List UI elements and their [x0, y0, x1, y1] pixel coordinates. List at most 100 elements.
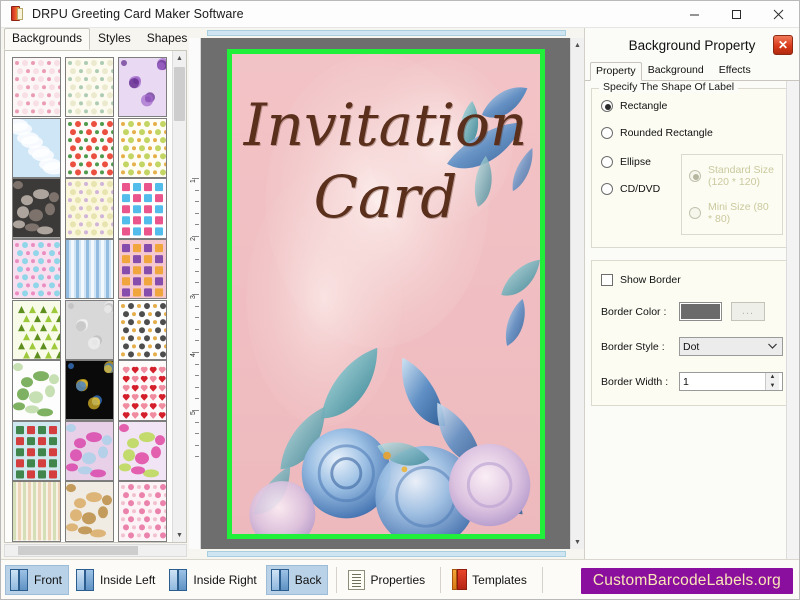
background-thumbnail[interactable]	[12, 57, 61, 117]
background-thumbnail[interactable]	[12, 178, 61, 238]
maximize-button[interactable]	[715, 1, 757, 28]
canvas-horizontal-scrollbar[interactable]	[189, 549, 584, 559]
show-border-checkbox[interactable]	[601, 274, 613, 286]
background-thumbnail[interactable]	[118, 57, 167, 117]
ruler-tick	[195, 201, 199, 202]
radio-rectangle-label: Rectangle	[620, 100, 667, 112]
show-border-row[interactable]: Show Border	[601, 274, 783, 286]
border-color-swatch[interactable]	[679, 302, 722, 321]
radio-mini-size-label: Mini Size (80 * 80)	[708, 201, 775, 225]
close-button[interactable]	[757, 1, 799, 28]
right-panel-scrollbar[interactable]	[786, 81, 799, 559]
minimize-button[interactable]	[673, 1, 715, 28]
ruler-tick	[195, 387, 199, 388]
background-thumbnail[interactable]	[118, 481, 167, 541]
tab-shapes[interactable]: Shapes	[139, 28, 196, 50]
scroll-track[interactable]	[173, 65, 186, 528]
greeting-card[interactable]: Invitation Card	[227, 49, 545, 539]
background-thumbnail[interactable]	[118, 360, 167, 420]
canvas-vertical-scrollbar[interactable]: ▲ ▼	[570, 38, 584, 549]
border-group: Show Border Border Color : ... Border St…	[591, 260, 793, 406]
shape-group-legend: Specify The Shape Of Label	[599, 81, 738, 93]
background-thumbnail[interactable]	[65, 57, 114, 117]
radio-ellipse[interactable]: Ellipse	[601, 156, 673, 168]
background-thumbnail[interactable]	[12, 118, 61, 178]
background-thumbnail[interactable]	[12, 421, 61, 481]
vertical-ruler: 12345	[189, 38, 201, 549]
radio-rounded-rectangle[interactable]: Rounded Rectangle	[601, 127, 783, 139]
inside-left-button[interactable]: Inside Left	[71, 565, 162, 595]
shape-split-row: Ellipse CD/DVD Standard Size (120 * 120)	[601, 154, 783, 235]
back-button-label: Back	[295, 573, 322, 587]
card-title-text[interactable]: Invitation Card	[232, 96, 540, 226]
canvas-middle: 12345	[189, 38, 584, 549]
background-thumbnail[interactable]	[12, 481, 61, 541]
right-panel-body: Specify The Shape Of Label Rectangle Rou…	[585, 81, 799, 559]
border-style-row: Border Style : Dot	[601, 337, 783, 356]
tab-property[interactable]: Property	[590, 62, 642, 81]
radio-cd-dvd[interactable]: CD/DVD	[601, 183, 673, 195]
main-body: Backgrounds Styles Shapes ▲ ▼	[1, 28, 799, 559]
background-thumbnail[interactable]	[118, 239, 167, 299]
canvas-scroll-track[interactable]	[571, 52, 584, 535]
front-button[interactable]: Front	[5, 565, 69, 595]
background-thumbnail[interactable]	[118, 421, 167, 481]
tab-backgrounds[interactable]: Backgrounds	[4, 28, 90, 50]
background-thumbnail[interactable]	[12, 360, 61, 420]
radio-standard-size-label: Standard Size (120 * 120)	[708, 164, 775, 188]
show-border-label: Show Border	[620, 274, 681, 286]
canvas-scroll-up-icon[interactable]: ▲	[571, 38, 584, 52]
inside-right-button[interactable]: Inside Right	[164, 565, 263, 595]
background-thumbnail[interactable]	[65, 239, 114, 299]
background-thumbnail[interactable]	[12, 300, 61, 360]
background-thumbnail-grid	[5, 51, 172, 542]
background-thumbnail[interactable]	[12, 239, 61, 299]
border-width-input[interactable]: 1 ▲ ▼	[679, 372, 783, 391]
background-thumbnail[interactable]	[65, 360, 114, 420]
border-color-browse-button[interactable]: ...	[731, 302, 765, 321]
border-width-stepper[interactable]: ▲ ▼	[765, 373, 779, 390]
radio-rounded-rectangle-icon[interactable]	[601, 127, 613, 139]
toolbar-divider-3	[542, 567, 543, 593]
background-thumbnail[interactable]	[118, 300, 167, 360]
background-thumbnail[interactable]	[65, 118, 114, 178]
ruler-tick	[195, 445, 199, 446]
background-thumbnail[interactable]	[65, 481, 114, 541]
background-thumbnail[interactable]	[65, 178, 114, 238]
tab-styles[interactable]: Styles	[90, 28, 139, 50]
border-style-select[interactable]: Dot	[679, 337, 783, 356]
radio-rectangle[interactable]: Rectangle	[601, 100, 783, 112]
background-thumbnail[interactable]	[118, 118, 167, 178]
scroll-down-icon[interactable]: ▼	[173, 528, 186, 542]
background-thumbnail[interactable]	[118, 178, 167, 238]
radio-ellipse-label: Ellipse	[620, 156, 651, 168]
radio-rounded-rectangle-label: Rounded Rectangle	[620, 127, 713, 139]
window-title: DRPU Greeting Card Maker Software	[32, 7, 244, 21]
templates-button[interactable]: Templates	[447, 565, 534, 595]
background-thumbnail[interactable]	[65, 300, 114, 360]
radio-cd-dvd-icon[interactable]	[601, 183, 613, 195]
radio-ellipse-icon[interactable]	[601, 156, 613, 168]
ruler-mark: 4	[190, 353, 197, 357]
shape-left-column: Ellipse CD/DVD	[601, 154, 673, 235]
cd-size-group: Standard Size (120 * 120) Mini Size (80 …	[681, 154, 783, 235]
scroll-thumb[interactable]	[174, 67, 185, 121]
stepper-down-icon[interactable]: ▼	[766, 382, 779, 391]
back-button[interactable]: Back	[266, 565, 329, 595]
radio-rectangle-icon[interactable]	[601, 100, 613, 112]
background-thumbnail[interactable]	[65, 421, 114, 481]
panel-close-icon[interactable]: ✕	[773, 35, 793, 55]
ruler-tick	[195, 375, 199, 376]
chevron-down-icon[interactable]	[768, 342, 779, 351]
properties-button[interactable]: Properties	[343, 565, 432, 595]
background-list-scrollbar[interactable]: ▲ ▼	[172, 51, 186, 542]
ruler-tick	[195, 259, 199, 260]
hscroll-thumb[interactable]	[18, 546, 138, 555]
scroll-up-icon[interactable]: ▲	[173, 51, 186, 65]
stepper-up-icon[interactable]: ▲	[766, 373, 779, 382]
background-list-hscrollbar[interactable]	[4, 544, 187, 557]
ruler-tick	[195, 317, 199, 318]
canvas-scroll-down-icon[interactable]: ▼	[571, 535, 584, 549]
design-canvas[interactable]: Invitation Card	[201, 38, 570, 549]
border-style-label: Border Style :	[601, 341, 679, 353]
